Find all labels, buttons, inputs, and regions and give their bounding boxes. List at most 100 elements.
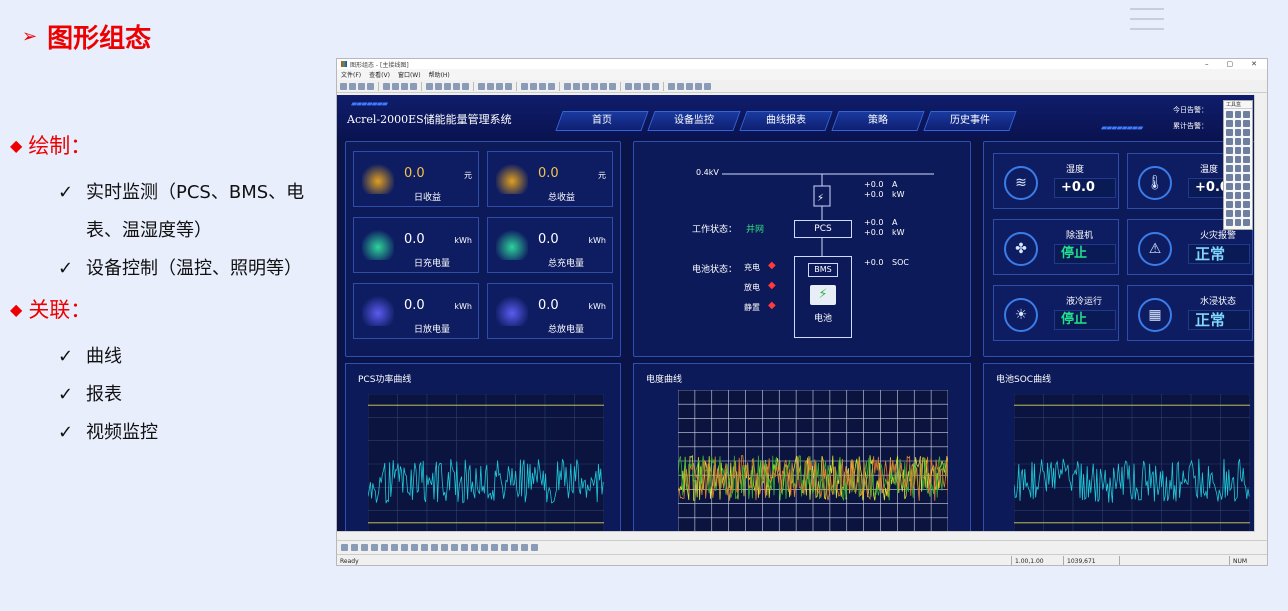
- layout-button-icon[interactable]: [411, 544, 418, 551]
- toolbar-button-icon[interactable]: [686, 82, 693, 90]
- tool-icon[interactable]: [1243, 183, 1250, 190]
- tool-icon[interactable]: [1234, 174, 1242, 181]
- tool-icon[interactable]: [1234, 201, 1242, 208]
- toolbar-button-icon[interactable]: [548, 82, 555, 90]
- menu-window[interactable]: 窗口(W): [398, 70, 421, 79]
- toolbar-button-icon[interactable]: [340, 82, 347, 90]
- toolbar-button-icon[interactable]: [392, 82, 399, 90]
- toolbar-button-icon[interactable]: [496, 82, 503, 90]
- tool-icon[interactable]: [1226, 219, 1233, 226]
- tool-icon[interactable]: [1243, 156, 1250, 163]
- toolbar-button-icon[interactable]: [435, 82, 442, 90]
- menu-icon[interactable]: [1130, 8, 1164, 38]
- tool-icon[interactable]: [1226, 120, 1233, 127]
- layout-button-icon[interactable]: [401, 544, 408, 551]
- toolbar-button-icon[interactable]: [462, 82, 469, 90]
- tool-icon[interactable]: [1234, 111, 1242, 118]
- tab-device-monitor[interactable]: 设备监控: [647, 111, 741, 131]
- tab-strategy[interactable]: 策略: [831, 111, 925, 131]
- tool-icon[interactable]: [1243, 210, 1250, 217]
- toolbar-button-icon[interactable]: [349, 82, 356, 90]
- tab-home[interactable]: 首页: [555, 111, 649, 131]
- tool-icon[interactable]: [1226, 111, 1233, 118]
- layout-button-icon[interactable]: [511, 544, 518, 551]
- tool-icon[interactable]: [1226, 174, 1233, 181]
- tool-icon[interactable]: [1243, 192, 1250, 199]
- toolbar-button-icon[interactable]: [426, 82, 433, 90]
- tool-icon[interactable]: [1243, 174, 1250, 181]
- toolbar-button-icon[interactable]: [478, 82, 485, 90]
- tool-icon[interactable]: [1243, 120, 1250, 127]
- tool-icon[interactable]: [1243, 219, 1250, 226]
- toolbar-button-icon[interactable]: [410, 82, 417, 90]
- toolbar-button-icon[interactable]: [600, 82, 607, 90]
- layout-button-icon[interactable]: [521, 544, 528, 551]
- toolbar-button-icon[interactable]: [634, 82, 641, 90]
- toolbar-button-icon[interactable]: [677, 82, 684, 90]
- toolbar-button-icon[interactable]: [573, 82, 580, 90]
- toolbar-button-icon[interactable]: [695, 82, 702, 90]
- tool-icon[interactable]: [1226, 147, 1233, 154]
- tab-curve-report[interactable]: 曲线报表: [739, 111, 833, 131]
- tool-icon[interactable]: [1226, 210, 1233, 217]
- tool-icon[interactable]: [1234, 147, 1242, 154]
- tool-icon[interactable]: [1243, 201, 1250, 208]
- tool-icon[interactable]: [1226, 192, 1233, 199]
- tool-icon[interactable]: [1243, 129, 1250, 136]
- tool-icon[interactable]: [1226, 201, 1233, 208]
- layout-button-icon[interactable]: [391, 544, 398, 551]
- toolbar-button-icon[interactable]: [652, 82, 659, 90]
- toolbar-button-icon[interactable]: [453, 82, 460, 90]
- close-button[interactable]: ✕: [1251, 60, 1257, 68]
- layout-button-icon[interactable]: [351, 544, 358, 551]
- toolbar-button-icon[interactable]: [444, 82, 451, 90]
- toolbar-button-icon[interactable]: [505, 82, 512, 90]
- layout-button-icon[interactable]: [341, 544, 348, 551]
- toolbar-button-icon[interactable]: [591, 82, 598, 90]
- menu-help[interactable]: 帮助(H): [429, 70, 450, 79]
- tool-icon[interactable]: [1234, 120, 1242, 127]
- layout-button-icon[interactable]: [431, 544, 438, 551]
- menu-file[interactable]: 文件(F): [341, 70, 361, 79]
- tool-icon[interactable]: [1243, 147, 1250, 154]
- tool-icon[interactable]: [1234, 129, 1242, 136]
- battery-box[interactable]: BMS ⚡ 电池: [794, 256, 852, 338]
- tool-icon[interactable]: [1234, 210, 1242, 217]
- tool-icon[interactable]: [1243, 165, 1250, 172]
- toolbar-button-icon[interactable]: [401, 82, 408, 90]
- toolbar-button-icon[interactable]: [643, 82, 650, 90]
- toolbar-button-icon[interactable]: [609, 82, 616, 90]
- toolbar-button-icon[interactable]: [539, 82, 546, 90]
- layout-button-icon[interactable]: [421, 544, 428, 551]
- layout-button-icon[interactable]: [371, 544, 378, 551]
- tool-icon[interactable]: [1234, 156, 1242, 163]
- tool-icon[interactable]: [1226, 156, 1233, 163]
- layout-button-icon[interactable]: [381, 544, 388, 551]
- toolbox-panel[interactable]: 工具盒: [1223, 100, 1253, 230]
- tool-icon[interactable]: [1243, 138, 1250, 145]
- pcs-box[interactable]: PCS: [794, 220, 852, 238]
- layout-button-icon[interactable]: [531, 544, 538, 551]
- tool-icon[interactable]: [1234, 219, 1242, 226]
- layout-button-icon[interactable]: [481, 544, 488, 551]
- layout-button-icon[interactable]: [501, 544, 508, 551]
- layout-button-icon[interactable]: [471, 544, 478, 551]
- tool-icon[interactable]: [1226, 183, 1233, 190]
- toolbar-button-icon[interactable]: [564, 82, 571, 90]
- toolbar-button-icon[interactable]: [487, 82, 494, 90]
- toolbar-button-icon[interactable]: [530, 82, 537, 90]
- layout-button-icon[interactable]: [461, 544, 468, 551]
- layout-button-icon[interactable]: [441, 544, 448, 551]
- tool-icon[interactable]: [1226, 138, 1233, 145]
- toolbar-button-icon[interactable]: [704, 82, 711, 90]
- tool-icon[interactable]: [1234, 138, 1242, 145]
- vertical-scrollbar[interactable]: [1254, 95, 1267, 531]
- minimize-button[interactable]: –: [1205, 60, 1209, 68]
- tool-icon[interactable]: [1226, 129, 1233, 136]
- tool-icon[interactable]: [1226, 165, 1233, 172]
- tool-icon[interactable]: [1243, 111, 1250, 118]
- toolbar-button-icon[interactable]: [358, 82, 365, 90]
- tool-icon[interactable]: [1234, 183, 1242, 190]
- toolbar-button-icon[interactable]: [383, 82, 390, 90]
- tab-history[interactable]: 历史事件: [923, 111, 1017, 131]
